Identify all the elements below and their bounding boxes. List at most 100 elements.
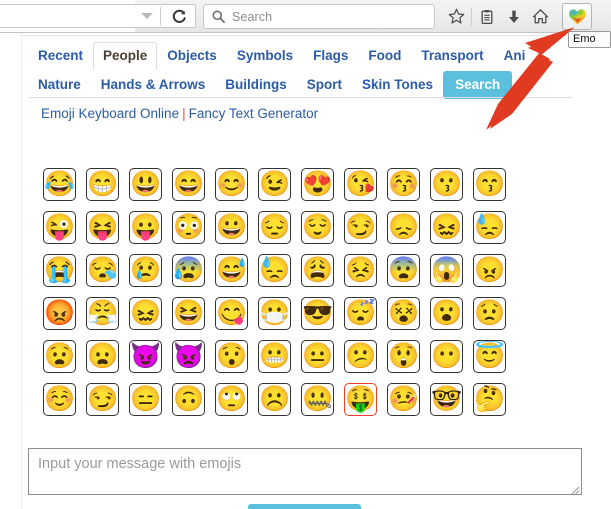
emoji-button-grinning-face-with-big-eyes[interactable]: 😃	[129, 168, 162, 201]
emoji-button-confounded-face[interactable]: 😖	[129, 297, 162, 330]
tab-people[interactable]: People	[93, 42, 158, 70]
emoji-button-downcast-face-with-sweat[interactable]: 😓	[258, 254, 291, 287]
emoji-button-grinning-squinting-face[interactable]: 😆	[172, 297, 205, 330]
emoji-glyph: 😏	[344, 213, 377, 241]
emoji-button-kissing-face[interactable]: 😗	[430, 168, 463, 201]
emoji-button-loudly-crying-face[interactable]: 😭	[43, 254, 76, 287]
emoji-button-fearful-face[interactable]: 😨	[387, 254, 420, 287]
emoji-button-winking-face[interactable]: 😉	[258, 168, 291, 201]
emoji-button-grinning-face-with-smiling-eyes[interactable]: 😄	[172, 168, 205, 201]
emoji-button-smirking-face[interactable]: 😏	[344, 211, 377, 244]
emoji-button-worried-face[interactable]: 😟	[473, 297, 506, 330]
tab-food[interactable]: Food	[358, 42, 411, 70]
emoji-button-face-with-medical-mask[interactable]: 😷	[258, 297, 291, 330]
tab-symbols[interactable]: Symbols	[227, 42, 303, 70]
emoji-button-angry-face[interactable]: 😠	[473, 254, 506, 287]
tab-recent[interactable]: Recent	[28, 42, 93, 70]
emoji-glyph: 😮	[430, 299, 463, 327]
emoji-button-astonished-face[interactable]: 😲	[387, 340, 420, 373]
emoji-button-grinning-face-with-sweat[interactable]: 😅	[215, 254, 248, 287]
home-icon[interactable]	[527, 4, 554, 29]
emoji-button-relieved-face[interactable]: 😌	[301, 211, 334, 244]
emoji-button-smiling-face-with-horns[interactable]: 😈	[129, 340, 162, 373]
emoji-button-face-with-thermometer[interactable]: 🤒	[387, 383, 420, 416]
emoji-button-frowning-face[interactable]: ☹️	[258, 383, 291, 416]
emoji-button-face-with-open-mouth[interactable]: 😮	[430, 297, 463, 330]
emoji-button-grinning-face[interactable]: 😀	[215, 211, 248, 244]
emoji-button-winking-face-with-tongue[interactable]: 😜	[43, 211, 76, 244]
bookmark-star-icon[interactable]	[443, 4, 470, 29]
address-bar[interactable]	[0, 4, 196, 28]
emoji-button-persevering-face[interactable]: 😣	[344, 254, 377, 287]
emoji-button-downcast-face-with-sweat[interactable]: 😓	[473, 211, 506, 244]
emoji-button-sleepy-face[interactable]: 😪	[86, 254, 119, 287]
emoji-button-squinting-face-with-tongue[interactable]: 😝	[86, 211, 119, 244]
emoji-button-smiling-face-with-sunglasses[interactable]: 😎	[301, 297, 334, 330]
link-fancy-text-generator[interactable]: Fancy Text Generator	[189, 106, 319, 121]
reader-list-icon[interactable]	[473, 4, 500, 29]
copy-message-button[interactable]: Copy message	[248, 504, 361, 509]
emoji-button-money-mouth-face[interactable]: 🤑	[344, 383, 377, 416]
emoji-button-pouting-face[interactable]: 😡	[43, 297, 76, 330]
emoji-button-beaming-face-with-smiling-eyes[interactable]: 😁	[86, 168, 119, 201]
emoji-button-face-without-mouth[interactable]: 😶	[430, 340, 463, 373]
emoji-button-dizzy-face[interactable]: 😵	[387, 297, 420, 330]
tab-hands-arrows[interactable]: Hands & Arrows	[91, 71, 216, 99]
emoji-button-face-with-rolling-eyes[interactable]: 🙄	[215, 383, 248, 416]
emoji-button-smirking-face[interactable]: 😏	[86, 383, 119, 416]
emoji-glyph: 😈	[129, 342, 162, 370]
tab-buildings[interactable]: Buildings	[215, 71, 297, 99]
emoji-button-sleeping-face[interactable]: 😴	[344, 297, 377, 330]
emoji-button-zipper-mouth-face[interactable]: 🤐	[301, 383, 334, 416]
emoji-button-neutral-face[interactable]: 😐	[301, 340, 334, 373]
emoji-button-thinking-face[interactable]: 🤔	[473, 383, 506, 416]
emoji-button-weary-face[interactable]: 😩	[301, 254, 334, 287]
emoji-button-grimacing-face[interactable]: 😬	[258, 340, 291, 373]
browser-search-box[interactable]: Search	[203, 4, 435, 29]
downloads-icon[interactable]	[500, 4, 527, 29]
emoji-button-upside-down-face[interactable]: 🙃	[172, 383, 205, 416]
link-emoji-keyboard-online[interactable]: Emoji Keyboard Online	[41, 106, 179, 121]
emoji-button-face-with-steam-from-nose[interactable]: 😤	[86, 297, 119, 330]
emoji-button-flushed-face[interactable]: 😳	[172, 211, 205, 244]
emoji-button-smiling-face-with-smiling-eyes[interactable]: 😊	[215, 168, 248, 201]
emoji-button-kissing-face-with-smiling-eyes[interactable]: 😙	[473, 168, 506, 201]
tab-transport[interactable]: Transport	[411, 42, 493, 70]
emoji-glyph: 🙃	[172, 385, 205, 413]
emoji-button-anxious-face-with-sweat[interactable]: 😰	[172, 254, 205, 287]
tab-sport[interactable]: Sport	[297, 71, 352, 99]
emoji-button-smiling-face[interactable]: ☺️	[43, 383, 76, 416]
chevron-down-icon[interactable]	[141, 13, 153, 19]
emoji-button-pensive-face[interactable]: 😔	[258, 211, 291, 244]
emoji-button-face-with-tongue[interactable]: 😛	[129, 211, 162, 244]
tab-skin-tones[interactable]: Skin Tones	[352, 71, 443, 99]
emoji-button-angry-face-with-horns[interactable]: 👿	[172, 340, 205, 373]
emoji-button-face-blowing-a-kiss[interactable]: 😘	[344, 168, 377, 201]
emoji-button-confused-face[interactable]: 😕	[344, 340, 377, 373]
emoji-button-disappointed-face[interactable]: 😞	[387, 211, 420, 244]
emoji-button-crying-face[interactable]: 😢	[129, 254, 162, 287]
reload-icon[interactable]	[168, 6, 190, 28]
emoji-button-anguished-face[interactable]: 😧	[43, 340, 76, 373]
emoji-button-smiling-face-with-halo[interactable]: 😇	[473, 340, 506, 373]
link-separator: |	[182, 106, 186, 121]
emoji-button-confounded-face[interactable]: 😖	[430, 211, 463, 244]
emoji-keyboard-extension-icon[interactable]	[562, 3, 592, 30]
emoji-button-smiling-face-with-heart-eyes[interactable]: 😍	[301, 168, 334, 201]
tab-ani[interactable]: Ani	[494, 42, 536, 70]
emoji-button-hushed-face[interactable]: 😯	[215, 340, 248, 373]
tab-flags[interactable]: Flags	[303, 42, 358, 70]
emoji-button-frowning-face-with-open-mouth[interactable]: 😦	[86, 340, 119, 373]
tab-nature[interactable]: Nature	[28, 71, 91, 99]
emoji-glyph: 😏	[86, 385, 119, 413]
tab-objects[interactable]: Objects	[157, 42, 227, 70]
tab-search[interactable]: Search	[443, 71, 513, 99]
message-input[interactable]	[28, 448, 582, 495]
emoji-row: 😜 😝 😛 😳 😀 😔 😌 😏 😞 😖 😓	[43, 211, 563, 254]
emoji-button-nerd-face[interactable]: 🤓	[430, 383, 463, 416]
emoji-button-face-savoring-food[interactable]: 😋	[215, 297, 248, 330]
emoji-button-face-with-tears-of-joy[interactable]: 😂	[43, 168, 76, 201]
emoji-button-kissing-face-with-closed-eyes[interactable]: 😚	[387, 168, 420, 201]
emoji-button-expressionless-face[interactable]: 😑	[129, 383, 162, 416]
emoji-button-face-screaming-in-fear[interactable]: 😱	[430, 254, 463, 287]
